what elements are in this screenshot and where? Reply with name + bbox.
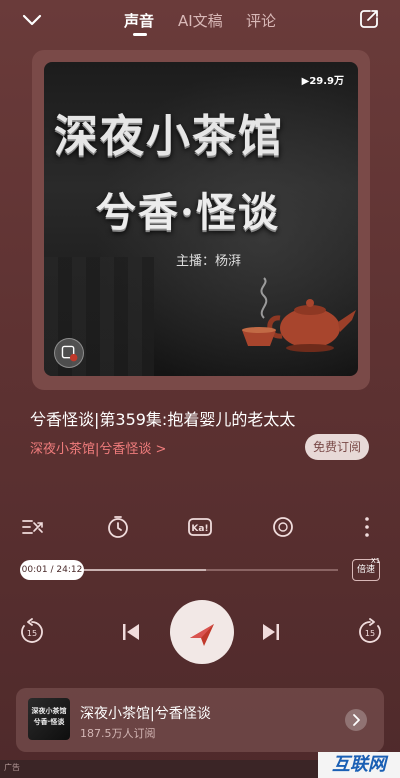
- ad-label: 广告: [4, 763, 20, 772]
- episode-title: 兮香怪谈|第359集:抱着婴儿的老太太: [30, 410, 296, 429]
- tab-ai-transcript[interactable]: AI文稿: [178, 10, 223, 31]
- album-name: 深夜小茶馆|兮香怪谈: [80, 706, 211, 722]
- album-link[interactable]: 深夜小茶馆|兮香怪谈 >: [30, 438, 166, 457]
- cover-title-line2: 兮香·怪谈: [96, 189, 280, 236]
- previous-icon[interactable]: [120, 621, 142, 643]
- cover-title-line1: 深夜小茶馆: [54, 111, 284, 162]
- cover-badge-icon[interactable]: [54, 338, 84, 368]
- album-thumbnail: 深夜小茶馆 兮香·怪谈: [28, 698, 70, 740]
- svg-text:15: 15: [27, 629, 37, 638]
- ka-icon[interactable]: Ka!: [187, 514, 213, 540]
- chevron-down-icon[interactable]: [20, 10, 44, 30]
- play-count: ▶29.9万: [301, 76, 344, 87]
- album-thumb-line1: 深夜小茶馆: [31, 707, 67, 715]
- more-icon[interactable]: [354, 514, 380, 540]
- rewind-15-icon[interactable]: 15: [18, 618, 46, 646]
- teapot-illustration: [267, 299, 356, 352]
- timer-icon[interactable]: [105, 514, 131, 540]
- album-open-button[interactable]: [345, 709, 367, 731]
- album-subscribers: 187.5万人订阅: [80, 727, 156, 740]
- tab-comments[interactable]: 评论: [246, 10, 276, 31]
- top-bar: 声音 AI文稿 评论: [0, 0, 400, 44]
- speed-value: X1: [371, 557, 381, 565]
- share-icon[interactable]: [358, 8, 380, 30]
- shuffle-icon[interactable]: [20, 514, 46, 540]
- album-cover[interactable]: ▶29.9万 深夜小茶馆 兮香·怪谈 主播：杨湃: [44, 62, 358, 376]
- reward-icon[interactable]: [270, 514, 296, 540]
- forward-15-icon[interactable]: 15: [356, 618, 384, 646]
- chevron-right-icon: [353, 714, 360, 726]
- tab-sound[interactable]: 声音: [124, 10, 154, 31]
- progress-handle[interactable]: 00:01 / 24:12: [20, 560, 84, 580]
- watermark: 互联网: [318, 752, 400, 778]
- svg-text:15: 15: [365, 629, 375, 638]
- cover-host: 主播：杨湃: [176, 254, 242, 269]
- play-button[interactable]: [170, 600, 234, 664]
- subscribe-button[interactable]: 免费订阅: [305, 434, 369, 460]
- album-thumb-line2: 兮香·怪谈: [33, 718, 65, 726]
- active-tab-indicator: [133, 33, 147, 36]
- next-icon[interactable]: [260, 621, 282, 643]
- teacup-illustration: [242, 327, 276, 346]
- svg-text:Ka!: Ka!: [191, 524, 208, 534]
- play-icon: [190, 624, 214, 646]
